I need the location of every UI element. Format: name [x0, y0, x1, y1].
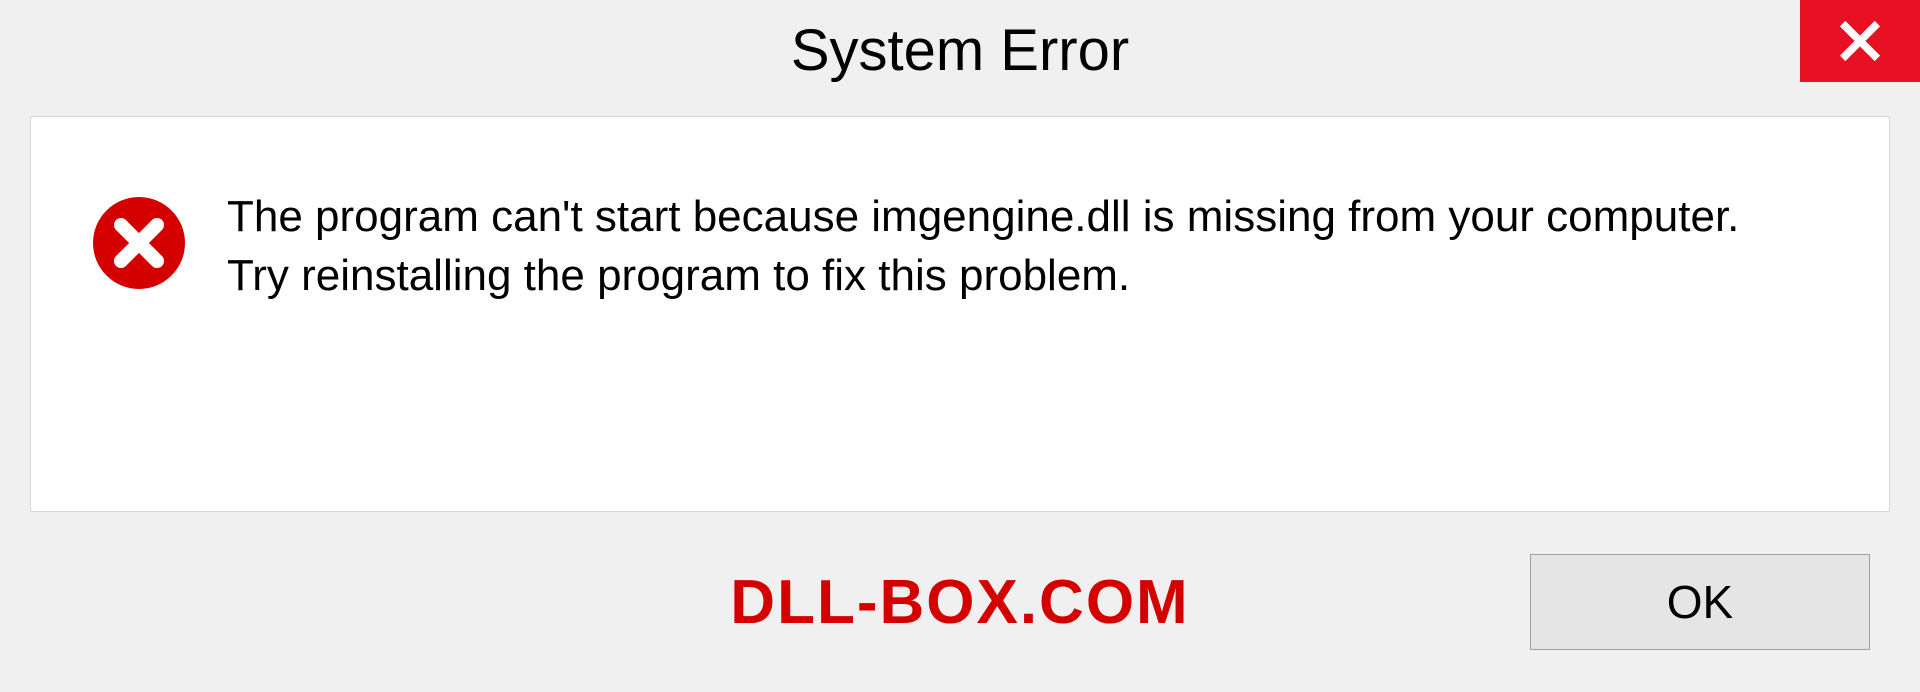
ok-button[interactable]: OK	[1530, 554, 1870, 650]
close-icon	[1838, 19, 1882, 63]
error-icon	[91, 195, 187, 291]
system-error-dialog: System Error The program can't start bec…	[0, 0, 1920, 692]
close-button[interactable]	[1800, 0, 1920, 82]
titlebar: System Error	[0, 0, 1920, 100]
ok-button-label: OK	[1667, 575, 1733, 629]
dialog-footer: DLL-BOX.COM OK	[0, 512, 1920, 692]
error-message: The program can't start because imgengin…	[227, 187, 1777, 306]
message-panel: The program can't start because imgengin…	[30, 116, 1890, 512]
watermark-text: DLL-BOX.COM	[730, 567, 1189, 638]
dialog-title: System Error	[791, 17, 1129, 84]
